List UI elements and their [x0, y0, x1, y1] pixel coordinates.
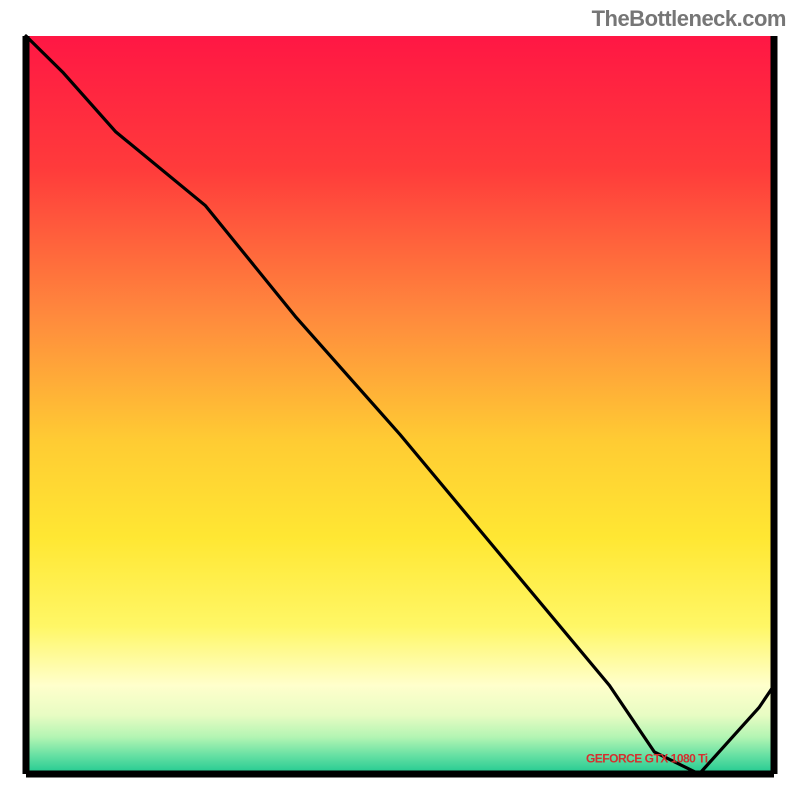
plot-area: GEFORCE GTX 1080 Ti [26, 36, 774, 774]
bottleneck-chart: GEFORCE GTX 1080 Ti [10, 30, 790, 790]
curve-annotation: GEFORCE GTX 1080 Ti [586, 752, 708, 766]
gradient-background [26, 36, 774, 774]
attribution-label: TheBottleneck.com [592, 6, 786, 32]
